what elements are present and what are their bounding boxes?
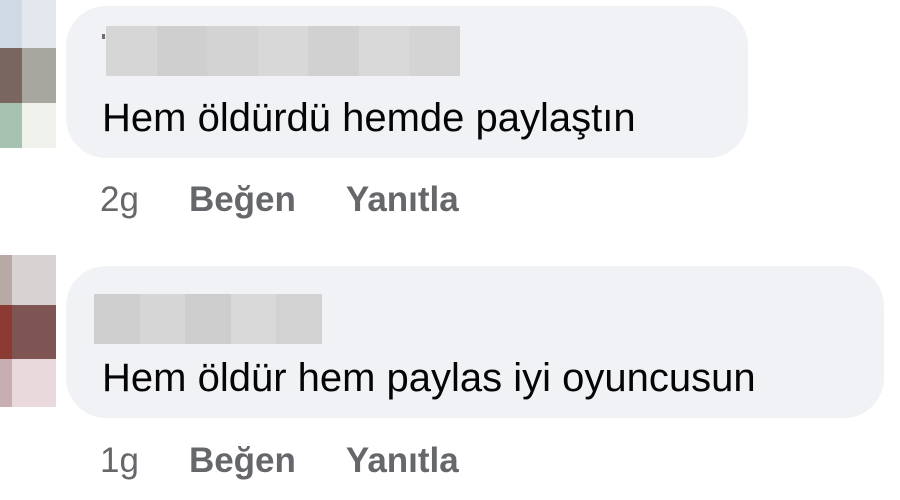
avatar-pixel (22, 48, 56, 103)
comment-bubble: Hem öldür hem paylas iyi oyuncusun (66, 266, 884, 418)
like-button[interactable]: Beğen (189, 180, 296, 220)
avatar-pixel (0, 305, 12, 359)
avatar-pixel (0, 0, 22, 48)
avatar[interactable] (0, 255, 56, 407)
commenter-name-blurred[interactable] (94, 294, 322, 344)
avatar-pixel (12, 305, 56, 359)
name-mark (102, 34, 105, 39)
reply-button[interactable]: Yanıtla (346, 180, 459, 220)
comment-text: Hem öldür hem paylas iyi oyuncusun (102, 356, 756, 400)
avatar-pixel (22, 0, 56, 48)
comment-timestamp[interactable]: 2g (100, 180, 139, 220)
avatar-pixel (22, 103, 56, 148)
avatar[interactable] (0, 0, 56, 148)
comment-text: Hem öldürdü hemde paylaştın (102, 96, 636, 140)
comment-actions: 2g Beğen Yanıtla (100, 180, 459, 220)
avatar-pixel (0, 359, 12, 407)
commenter-name-blurred[interactable] (106, 26, 460, 76)
comment-timestamp[interactable]: 1g (100, 441, 139, 481)
avatar-pixel (0, 103, 22, 148)
comment-actions: 1g Beğen Yanıtla (100, 441, 459, 481)
reply-button[interactable]: Yanıtla (346, 441, 459, 481)
avatar-pixel (12, 359, 56, 407)
avatar-pixel (12, 255, 56, 305)
avatar-pixel (0, 48, 22, 103)
avatar-pixel (0, 255, 12, 305)
like-button[interactable]: Beğen (189, 441, 296, 481)
comment-bubble: Hem öldürdü hemde paylaştın (66, 6, 748, 158)
